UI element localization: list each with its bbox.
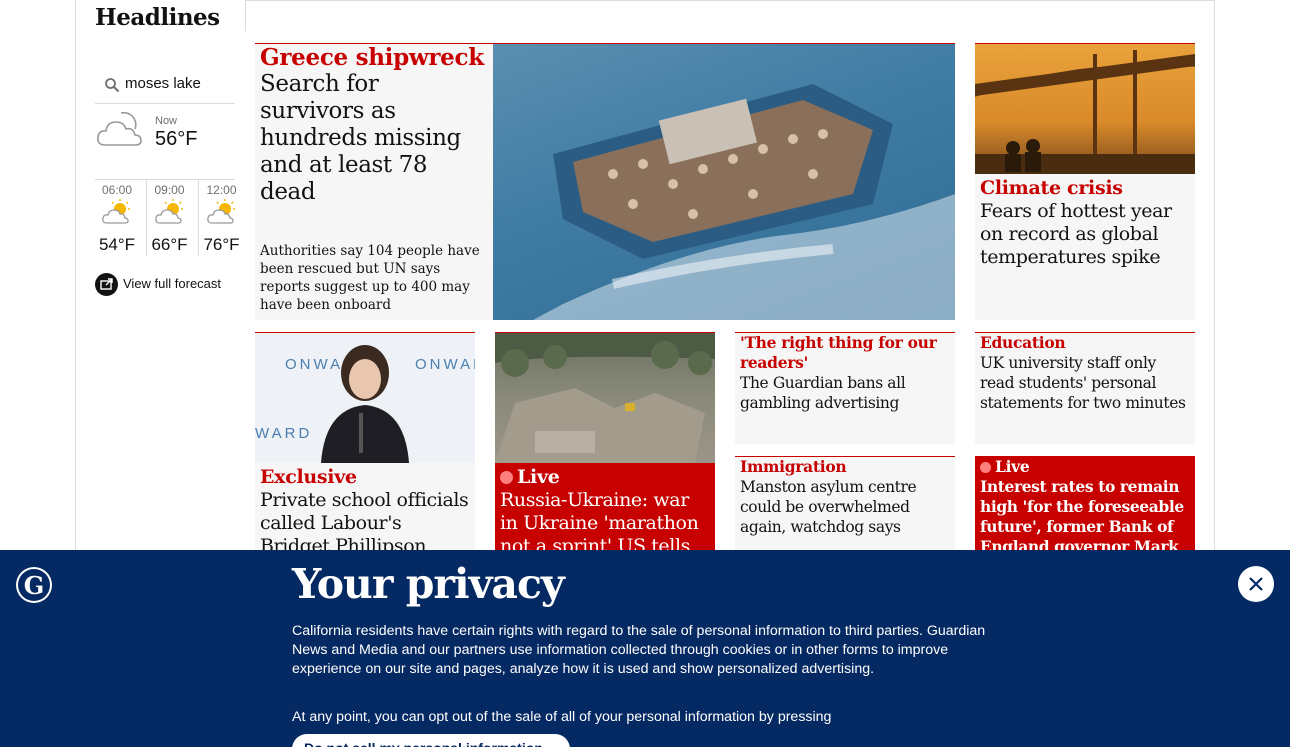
forecast-temp: 54°F <box>98 235 136 254</box>
sun-cloud-icon <box>94 197 140 230</box>
svg-text:WARD: WARD <box>255 425 312 442</box>
lead-standfirst: Authorities say 104 people have been res… <box>260 243 480 313</box>
now-temperature: 56°F <box>155 128 198 150</box>
privacy-body: California residents have certain rights… <box>292 623 986 677</box>
education-headline[interactable]: UK university staff only read students' … <box>980 353 1192 413</box>
phillipson-photo: ONWA ONWAF WARD <box>255 333 475 463</box>
svg-text:ONWAF: ONWAF <box>415 356 475 373</box>
climate-headline[interactable]: Fears of hottest year on record as globa… <box>980 200 1192 269</box>
sun-cloud-icon <box>199 197 244 230</box>
manston-kicker: Immigration <box>740 457 847 476</box>
education-kicker: Education <box>980 333 1066 352</box>
external-link-icon <box>95 273 118 296</box>
forecast-slot: 09:00 66°F <box>146 180 192 256</box>
close-banner-button[interactable] <box>1238 566 1274 602</box>
lead-story-card[interactable]: Greece shipwreck Search for survivors as… <box>255 44 955 320</box>
gambling-story-card[interactable]: 'The right thing for our readers' The Gu… <box>735 333 955 444</box>
do-not-sell-button[interactable]: Do not sell my personal information <box>292 734 570 747</box>
privacy-body-optout: At any point, you can opt out of the sal… <box>292 709 832 725</box>
gambling-kicker: 'The right thing for our readers' <box>740 333 937 372</box>
climate-kicker: Climate crisis <box>980 177 1123 199</box>
ukraine-kicker: Live <box>500 466 712 489</box>
section-title: Headlines <box>95 4 220 31</box>
live-dot-icon <box>980 462 991 473</box>
exclusive-kicker: Exclusive <box>260 466 357 488</box>
forecast-time: 12:00 <box>206 183 237 197</box>
forecast-slot: 06:00 54°F <box>94 180 140 256</box>
ukraine-photo <box>495 333 715 463</box>
live-label: Live <box>995 457 1030 476</box>
svg-text:ONWA: ONWA <box>285 356 343 373</box>
forecast-time: 06:00 <box>101 183 133 197</box>
climate-story-card[interactable]: Climate crisis Fears of hottest year on … <box>975 44 1195 320</box>
location-search[interactable]: moses lake <box>95 72 235 104</box>
gambling-headline[interactable]: The Guardian bans all gambling advertisi… <box>740 373 952 413</box>
forecast-temp: 66°F <box>151 235 188 254</box>
svg-text:G: G <box>24 571 45 600</box>
sun-cloud-icon <box>147 197 192 230</box>
forecast-slot: 12:00 76°F <box>198 180 244 256</box>
rates-headline[interactable]: Interest rates to remain high 'for the f… <box>980 477 1192 557</box>
search-icon <box>105 78 120 93</box>
forecast-temp: 76°F <box>203 235 240 254</box>
live-label: Live <box>517 466 560 488</box>
lead-headline[interactable]: Search for survivors as hundreds missing… <box>260 71 488 206</box>
shipwreck-photo <box>493 44 955 320</box>
close-icon <box>1249 577 1263 591</box>
title-divider <box>245 0 246 31</box>
location-value: moses lake <box>125 75 201 92</box>
bridge-photo <box>975 44 1195 174</box>
guardian-logo-icon: G <box>16 567 52 603</box>
lead-kicker: Greece shipwreck <box>260 44 484 71</box>
rates-kicker: Live <box>980 457 1192 477</box>
ukraine-live-card[interactable]: Live Russia-Ukraine: war in Ukraine 'mar… <box>495 333 715 573</box>
now-label: Now <box>155 115 178 127</box>
manston-headline[interactable]: Manston asylum centre could be overwhelm… <box>740 477 952 537</box>
privacy-title: Your privacy <box>292 560 565 608</box>
live-dot-icon <box>500 471 513 484</box>
exclusive-story-card[interactable]: ONWA ONWAF WARD Exclusive Private school… <box>255 333 475 573</box>
forecast-time: 09:00 <box>154 183 185 197</box>
education-story-card[interactable]: Education UK university staff only read … <box>975 333 1195 444</box>
top-rule <box>245 0 1214 1</box>
view-full-forecast-label: View full forecast <box>123 276 222 291</box>
partly-cloudy-icon <box>97 111 142 146</box>
privacy-banner: G Your privacy California residents have… <box>0 550 1290 747</box>
